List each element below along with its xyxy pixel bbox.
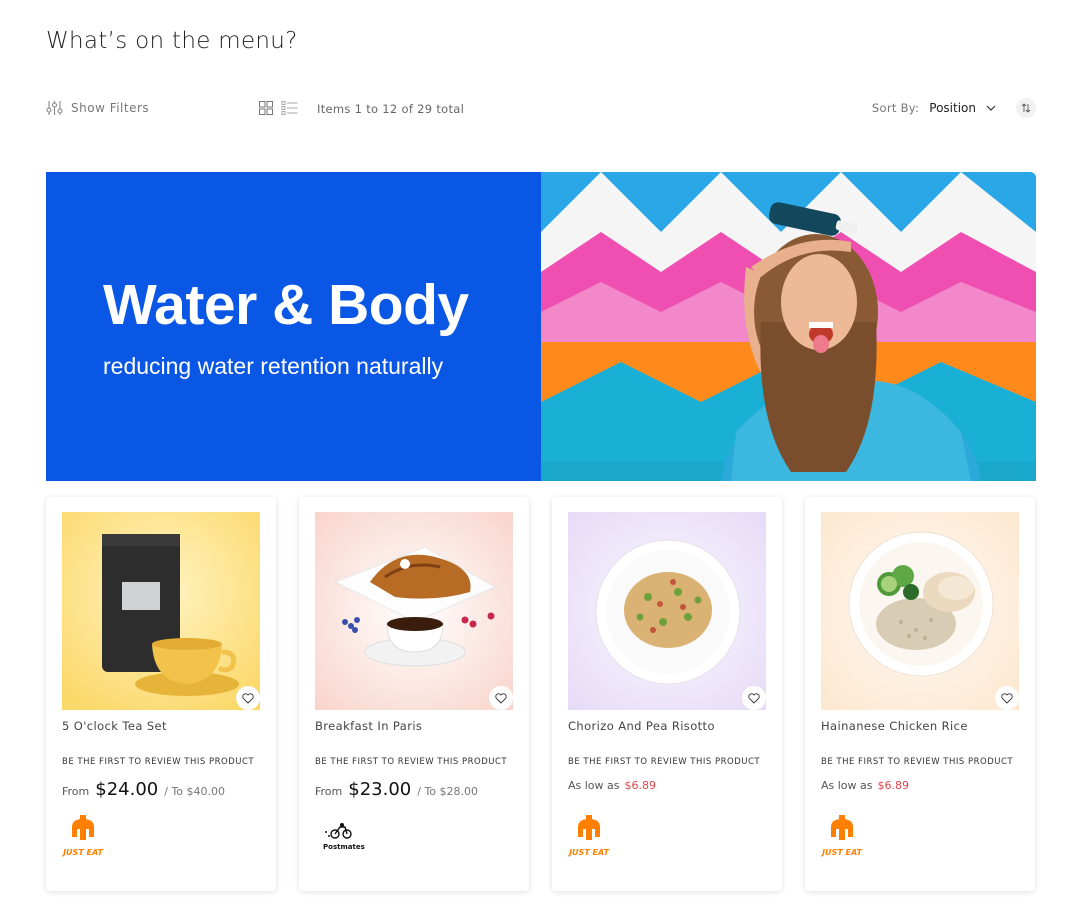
just-eat-logo[interactable]: JUST EAT bbox=[61, 815, 104, 863]
just-eat-logo[interactable]: JUST EAT bbox=[567, 815, 610, 863]
just-eat-icon: JUST EAT bbox=[820, 815, 862, 857]
product-card[interactable]: Breakfast In Paris BE THE FIRST TO REVIE… bbox=[299, 497, 529, 891]
view-mode-switcher bbox=[259, 101, 298, 115]
product-card[interactable]: Hainanese Chicken Rice BE THE FIRST TO R… bbox=[805, 497, 1035, 891]
sort-arrows-icon bbox=[1021, 103, 1031, 113]
price-value: $6.89 bbox=[624, 779, 657, 792]
show-filters-button[interactable]: Show Filters bbox=[46, 100, 149, 116]
banner-text-panel: Water & Body reducing water retention na… bbox=[46, 172, 541, 481]
sort-value: Position bbox=[929, 101, 976, 115]
heart-icon bbox=[242, 692, 254, 704]
banner-subtitle: reducing water retention naturally bbox=[103, 353, 444, 379]
list-icon[interactable] bbox=[281, 101, 298, 115]
review-link[interactable]: BE THE FIRST TO REVIEW THIS PRODUCT bbox=[315, 757, 507, 767]
product-image[interactable] bbox=[315, 512, 513, 710]
price-prefix: From bbox=[315, 785, 343, 798]
review-link[interactable]: BE THE FIRST TO REVIEW THIS PRODUCT bbox=[62, 757, 254, 767]
postmates-logo[interactable]: Postmates bbox=[321, 822, 365, 858]
price-prefix: From bbox=[62, 785, 90, 798]
chicken-rice-photo bbox=[821, 512, 1019, 710]
just-eat-text: JUST EAT bbox=[568, 848, 609, 857]
price-value: $24.00 bbox=[95, 779, 159, 800]
add-to-wishlist-button[interactable] bbox=[742, 686, 766, 710]
just-eat-logo[interactable]: JUST EAT bbox=[820, 815, 863, 863]
page-title: What’s on the menu? bbox=[46, 28, 298, 54]
price-to: / To $28.00 bbox=[417, 785, 479, 798]
price-box: From $24.00 / To $40.00 bbox=[62, 779, 225, 800]
price-box: As low as $6.89 bbox=[568, 779, 656, 792]
breakfast-photo bbox=[315, 512, 513, 710]
heart-icon bbox=[495, 692, 507, 704]
just-eat-icon: JUST EAT bbox=[567, 815, 609, 857]
product-name[interactable]: Breakfast In Paris bbox=[315, 719, 422, 733]
price-prefix: As low as bbox=[821, 779, 873, 792]
banner-title: Water & Body bbox=[103, 273, 469, 337]
sort-direction-button[interactable] bbox=[1016, 98, 1036, 118]
product-image[interactable] bbox=[568, 512, 766, 710]
price-box: As low as $6.89 bbox=[821, 779, 909, 792]
items-count: Items 1 to 12 of 29 total bbox=[317, 102, 465, 116]
chevron-down-icon bbox=[986, 105, 996, 111]
price-box: From $23.00 / To $28.00 bbox=[315, 779, 478, 800]
product-card[interactable]: 5 O'clock Tea Set BE THE FIRST TO REVIEW… bbox=[46, 497, 276, 891]
price-value: $6.89 bbox=[877, 779, 910, 792]
toolbar: Show Filters Items 1 to 12 of 29 total S… bbox=[46, 98, 1036, 122]
postmates-text: Postmates bbox=[323, 843, 365, 851]
review-link[interactable]: BE THE FIRST TO REVIEW THIS PRODUCT bbox=[821, 757, 1013, 767]
show-filters-label: Show Filters bbox=[71, 101, 150, 115]
add-to-wishlist-button[interactable] bbox=[995, 686, 1019, 710]
price-to: / To $40.00 bbox=[164, 785, 226, 798]
price-value: $23.00 bbox=[348, 779, 412, 800]
price-prefix: As low as bbox=[568, 779, 620, 792]
banner-photo bbox=[541, 172, 1036, 481]
add-to-wishlist-button[interactable] bbox=[489, 686, 513, 710]
heart-icon bbox=[748, 692, 760, 704]
postmates-icon: Postmates bbox=[323, 823, 365, 851]
promo-banner[interactable]: Water & Body reducing water retention na… bbox=[46, 172, 1036, 481]
sort-by-label: Sort By: bbox=[871, 101, 920, 115]
tea-set-photo bbox=[62, 512, 260, 710]
filter-sliders-icon bbox=[46, 101, 63, 115]
product-image[interactable] bbox=[62, 512, 260, 710]
sorter: Sort By: Position bbox=[872, 98, 1036, 118]
heart-icon bbox=[1001, 692, 1013, 704]
just-eat-icon: JUST EAT bbox=[61, 815, 103, 857]
product-name[interactable]: Hainanese Chicken Rice bbox=[821, 719, 968, 733]
product-image[interactable] bbox=[821, 512, 1019, 710]
risotto-photo bbox=[568, 512, 766, 710]
grid-icon[interactable] bbox=[259, 101, 273, 115]
just-eat-text: JUST EAT bbox=[821, 848, 862, 857]
product-card[interactable]: Chorizo And Pea Risotto BE THE FIRST TO … bbox=[552, 497, 782, 891]
product-name[interactable]: Chorizo And Pea Risotto bbox=[568, 719, 715, 733]
sort-select[interactable]: Position bbox=[929, 101, 996, 115]
review-link[interactable]: BE THE FIRST TO REVIEW THIS PRODUCT bbox=[568, 757, 760, 767]
add-to-wishlist-button[interactable] bbox=[236, 686, 260, 710]
product-name[interactable]: 5 O'clock Tea Set bbox=[62, 719, 167, 733]
just-eat-text: JUST EAT bbox=[62, 848, 103, 857]
